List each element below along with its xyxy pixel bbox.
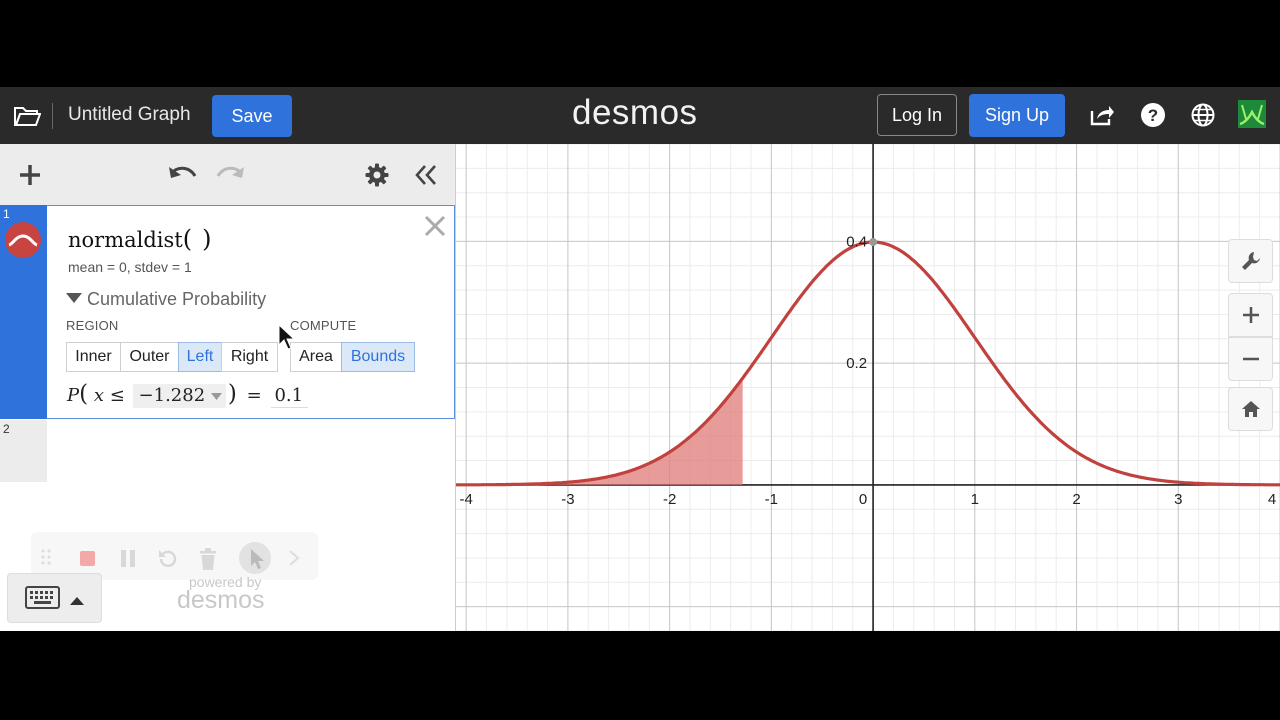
caret-up-icon [70, 593, 84, 605]
dropdown-caret-icon [210, 393, 222, 400]
region-left-button[interactable]: Left [178, 342, 222, 372]
login-button[interactable]: Log In [877, 94, 957, 136]
distribution-params: mean = 0, stdev = 1 [68, 259, 192, 275]
x-tick-label: -3 [561, 491, 574, 508]
redo-icon [215, 161, 247, 189]
x-tick-label: 1 [971, 491, 979, 508]
x-tick-label: 3 [1174, 491, 1182, 508]
plus-icon[interactable] [16, 161, 44, 189]
stop-icon[interactable] [80, 551, 95, 566]
function-name: normaldist [68, 228, 183, 252]
desmos-app: Untitled Graph Save desmos Log In Sign U… [0, 87, 1280, 631]
region-outer-button[interactable]: Outer [120, 342, 179, 372]
equals-sign: = [246, 385, 262, 406]
bound-value: −1.282 [138, 385, 206, 406]
header-divider [52, 103, 53, 129]
undo-icon[interactable] [166, 161, 198, 189]
graph-title[interactable]: Untitled Graph [68, 104, 191, 126]
open-paren: ( [79, 381, 89, 407]
globe-icon[interactable] [1189, 101, 1217, 129]
x-tick-label: 2 [1072, 491, 1080, 508]
open-folder-icon[interactable] [12, 102, 42, 130]
region-inner-button[interactable]: Inner [66, 342, 121, 372]
x-tick-label: -1 [765, 491, 778, 508]
shaded-region [456, 378, 743, 485]
peak-point [869, 238, 878, 247]
top-bar: Untitled Graph Save desmos Log In Sign U… [0, 87, 1280, 144]
x-tick-label: -2 [663, 491, 676, 508]
drag-handle-icon[interactable] [41, 549, 51, 565]
normaldist-function[interactable]: normaldist() [68, 225, 211, 253]
mouse-cursor-icon [278, 323, 296, 350]
caret-down-icon [66, 293, 82, 303]
user-avatar-icon[interactable] [1238, 100, 1266, 128]
close-icon[interactable] [421, 212, 449, 240]
x-tick-label: 0 [859, 491, 867, 508]
zoom-out-icon[interactable] [1228, 337, 1273, 381]
expression-panel: 1 normaldist() mean = 0, stdev = 1 Cumul… [0, 144, 456, 631]
bound-input[interactable]: −1.282 [132, 384, 226, 408]
distribution-color-icon[interactable] [5, 222, 41, 258]
pause-icon[interactable] [120, 550, 136, 567]
trash-icon[interactable] [198, 548, 218, 570]
desmos-logo: desmos [572, 93, 698, 132]
probability-row: P( x ≤ −1.282 ) = 0.1 [67, 381, 309, 408]
compute-area-button[interactable]: Area [290, 342, 342, 372]
gear-icon[interactable] [363, 161, 391, 189]
keyboard-icon [25, 586, 60, 609]
cursor-select-icon[interactable] [239, 542, 271, 574]
expression-item-2-input[interactable] [47, 420, 454, 482]
compute-label: COMPUTE [290, 318, 357, 333]
save-button[interactable]: Save [212, 95, 292, 137]
prob-prefix: P [67, 385, 80, 406]
reset-icon[interactable] [157, 548, 179, 570]
prob-variable: x ≤ [93, 385, 125, 406]
chevron-right-icon[interactable] [288, 550, 300, 566]
close-paren: ) [202, 225, 212, 253]
cumulative-probability-toggle[interactable]: Cumulative Probability [66, 289, 266, 310]
y-tick-label: 0.4 [846, 233, 867, 250]
signup-button[interactable]: Sign Up [969, 94, 1065, 137]
expression-tab-2[interactable]: 2 [0, 420, 47, 482]
double-chevron-left-icon[interactable] [412, 161, 440, 189]
zoom-in-icon[interactable] [1228, 293, 1273, 337]
svg-text:?: ? [1148, 106, 1158, 125]
expression-toolbar [0, 144, 455, 206]
share-icon[interactable] [1088, 101, 1116, 129]
close-paren: ) [227, 381, 237, 407]
region-label: REGION [66, 318, 119, 333]
powered-by-logo: desmos [177, 586, 265, 614]
x-tick-label: 4 [1268, 491, 1276, 508]
expression-item-1[interactable]: 1 normaldist() mean = 0, stdev = 1 Cumul… [0, 205, 455, 419]
graph-canvas[interactable]: -4 -3 -2 -1 0 1 2 3 4 0.2 0.4 [456, 144, 1280, 631]
expression-number: 1 [3, 207, 10, 221]
compute-bounds-button[interactable]: Bounds [341, 342, 415, 372]
probability-result[interactable]: 0.1 [271, 385, 309, 408]
open-paren: ( [182, 225, 193, 253]
expression-number: 2 [3, 422, 10, 436]
x-tick-label: -4 [460, 491, 473, 508]
region-right-button[interactable]: Right [221, 342, 278, 372]
keyboard-toggle[interactable] [7, 573, 102, 623]
expression-body: normaldist() mean = 0, stdev = 1 Cumulat… [47, 205, 455, 419]
expression-tab-1[interactable]: 1 [0, 205, 47, 419]
wrench-icon[interactable] [1228, 239, 1273, 283]
section-label: Cumulative Probability [87, 289, 267, 309]
help-icon[interactable]: ? [1139, 101, 1167, 129]
y-tick-label: 0.2 [846, 355, 867, 372]
home-icon[interactable] [1228, 387, 1273, 431]
